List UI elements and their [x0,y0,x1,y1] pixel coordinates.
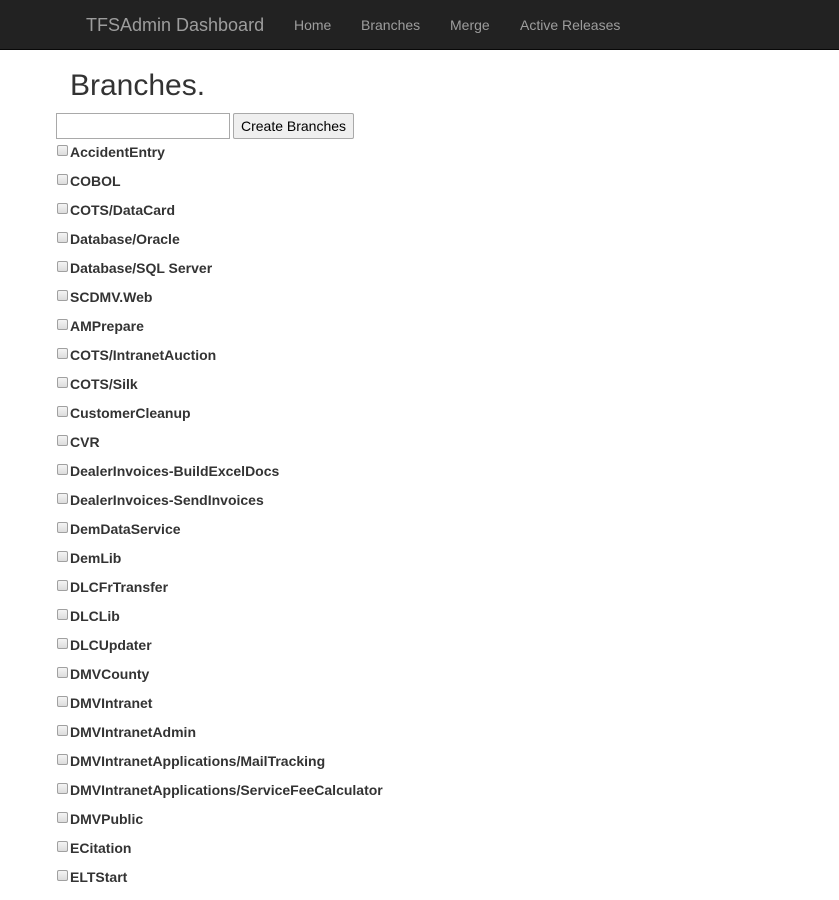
branch-item: CustomerCleanup [56,404,383,433]
branch-item: Database/Oracle [56,230,383,259]
branch-checkbox[interactable] [57,464,68,475]
create-branches-button[interactable]: Create Branches [233,113,354,139]
branch-label[interactable]: CVR [70,433,100,451]
branch-label[interactable]: Database/SQL Server [70,259,212,277]
branch-item: COBOL [56,172,383,201]
branch-checkbox[interactable] [57,638,68,649]
branch-checkbox[interactable] [57,261,68,272]
branch-item: DMVPublic [56,810,383,839]
branch-item: AMPrepare [56,317,383,346]
brand-link[interactable]: TFSAdmin Dashboard [86,14,264,36]
branch-label[interactable]: AccidentEntry [70,143,165,161]
branch-label[interactable]: DealerInvoices-SendInvoices [70,491,264,509]
branch-checkbox[interactable] [57,609,68,620]
branch-label[interactable]: DMVCounty [70,665,149,683]
branch-item: DLCUpdater [56,636,383,665]
nav-link-branches[interactable]: Branches [361,16,420,34]
branch-item: DLCFrTransfer [56,578,383,607]
nav-link-active-releases[interactable]: Active Releases [520,16,620,34]
branch-checkbox[interactable] [57,783,68,794]
branch-list: AccidentEntry COBOL COTS/DataCard Database/… [56,143,383,897]
nav-link-merge[interactable]: Merge [450,16,490,34]
branch-checkbox[interactable] [57,696,68,707]
branch-label[interactable]: DMVIntranetApplications/ServiceFeeCalcul… [70,781,383,799]
branch-checkbox[interactable] [57,232,68,243]
branch-label[interactable]: Database/Oracle [70,230,180,248]
branch-label[interactable]: DLCUpdater [70,636,152,654]
branch-checkbox[interactable] [57,725,68,736]
branch-name-input[interactable] [56,113,230,139]
branch-label[interactable]: DMVIntranetAdmin [70,723,196,741]
branch-item: COTS/IntranetAuction [56,346,383,375]
branch-item: Database/SQL Server [56,259,383,288]
branch-item: AccidentEntry [56,143,383,172]
branch-item: DLCLib [56,607,383,636]
branch-label[interactable]: COTS/DataCard [70,201,175,219]
branch-item: DMVIntranetAdmin [56,723,383,752]
branch-item: DemLib [56,549,383,578]
branch-checkbox[interactable] [57,493,68,504]
branch-label[interactable]: ELTStart [70,868,127,886]
branch-label[interactable]: CustomerCleanup [70,404,191,422]
branch-label[interactable]: COTS/IntranetAuction [70,346,216,364]
branch-checkbox[interactable] [57,435,68,446]
branch-item: COTS/Silk [56,375,383,404]
branch-checkbox[interactable] [57,203,68,214]
branch-label[interactable]: COBOL [70,172,121,190]
branch-checkbox[interactable] [57,841,68,852]
branch-label[interactable]: DMVPublic [70,810,143,828]
branch-checkbox[interactable] [57,870,68,881]
branch-checkbox[interactable] [57,406,68,417]
branch-label[interactable]: DemDataService [70,520,181,538]
branch-checkbox[interactable] [57,580,68,591]
branch-label[interactable]: DMVIntranet [70,694,152,712]
branch-item: DemDataService [56,520,383,549]
branch-label[interactable]: DemLib [70,549,121,567]
top-navbar: TFSAdmin Dashboard Home Branches Merge A… [0,0,839,50]
branch-item: DMVIntranet [56,694,383,723]
branch-label[interactable]: DLCLib [70,607,120,625]
branch-checkbox[interactable] [57,667,68,678]
nav-link-home[interactable]: Home [294,16,331,34]
branch-item: DealerInvoices-BuildExcelDocs [56,462,383,491]
branch-checkbox[interactable] [57,812,68,823]
branch-checkbox[interactable] [57,551,68,562]
branch-label[interactable]: DLCFrTransfer [70,578,168,596]
branch-checkbox[interactable] [57,290,68,301]
page-title: Branches. [70,69,206,102]
branch-checkbox[interactable] [57,145,68,156]
branch-checkbox[interactable] [57,377,68,388]
branch-label[interactable]: SCDMV.Web [70,288,152,306]
branch-label[interactable]: COTS/Silk [70,375,138,393]
branch-item: DMVIntranetApplications/MailTracking [56,752,383,781]
branch-checkbox[interactable] [57,319,68,330]
branch-checkbox[interactable] [57,522,68,533]
branch-checkbox[interactable] [57,348,68,359]
branch-item: DealerInvoices-SendInvoices [56,491,383,520]
branch-label[interactable]: ECitation [70,839,131,857]
branch-item: CVR [56,433,383,462]
branch-item: DMVIntranetApplications/ServiceFeeCalcul… [56,781,383,810]
branch-item: ELTStart [56,868,383,897]
branch-label[interactable]: AMPrepare [70,317,144,335]
branch-item: ECitation [56,839,383,868]
branch-item: SCDMV.Web [56,288,383,317]
branch-checkbox[interactable] [57,754,68,765]
branch-checkbox[interactable] [57,174,68,185]
branch-item: COTS/DataCard [56,201,383,230]
branch-label[interactable]: DMVIntranetApplications/MailTracking [70,752,325,770]
branch-item: DMVCounty [56,665,383,694]
branch-label[interactable]: DealerInvoices-BuildExcelDocs [70,462,279,480]
